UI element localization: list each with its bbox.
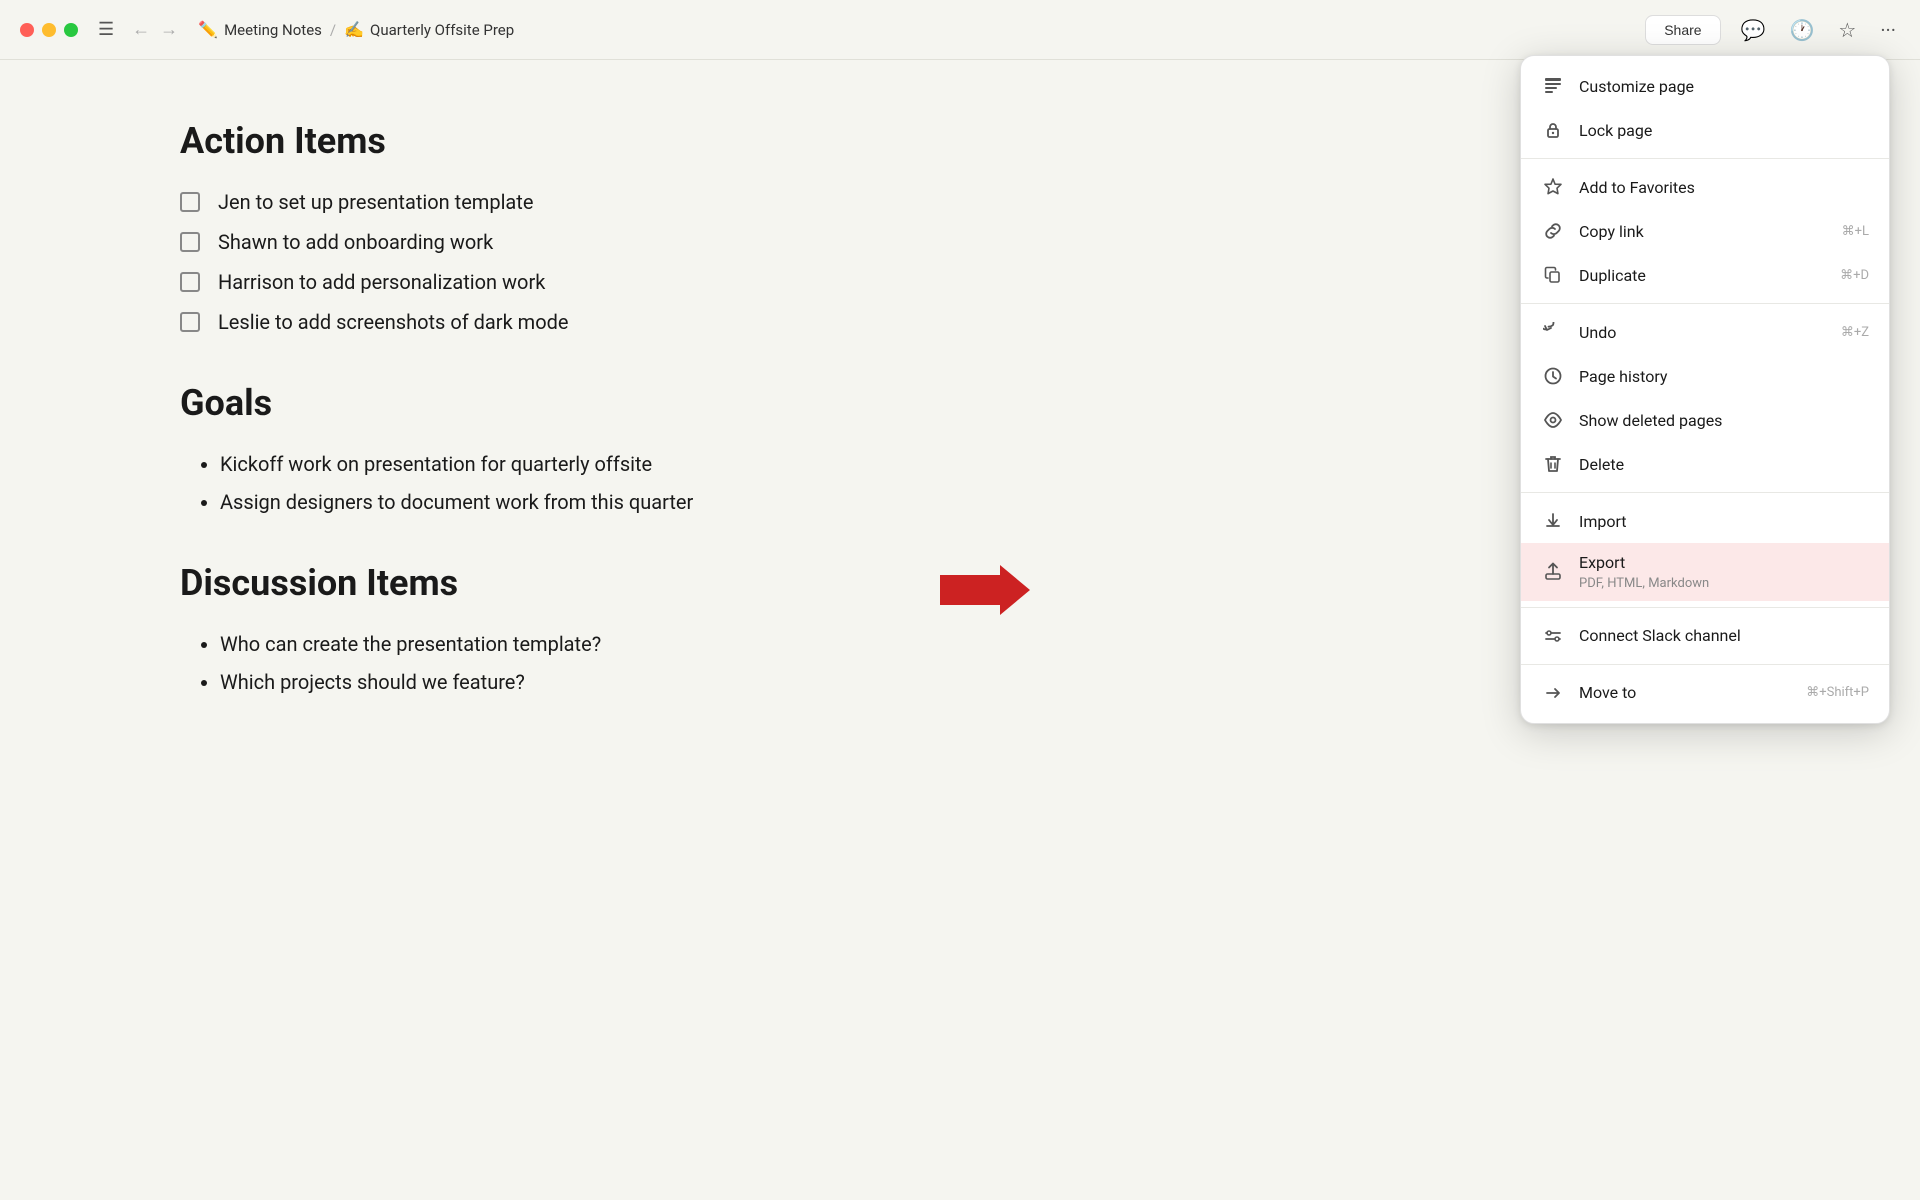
lock-page-label: Lock page bbox=[1579, 121, 1869, 140]
copy-link-label: Copy link bbox=[1579, 222, 1828, 241]
move-to-label: Move to bbox=[1579, 683, 1792, 702]
delete-icon bbox=[1541, 452, 1565, 476]
back-arrow[interactable]: ← bbox=[132, 19, 150, 40]
more-icon[interactable]: ··· bbox=[1876, 14, 1900, 46]
traffic-lights bbox=[20, 23, 78, 37]
breadcrumb-child[interactable]: ✍️ Quarterly Offsite Prep bbox=[344, 20, 514, 39]
menu-item-add-favorites[interactable]: Add to Favorites bbox=[1521, 165, 1889, 209]
checklist-item: Harrison to add personalization work bbox=[180, 270, 1740, 294]
action-items-heading: Action Items bbox=[180, 120, 1740, 162]
page-history-icon bbox=[1541, 364, 1565, 388]
discussion-item: Which projects should we feature? bbox=[220, 670, 1740, 694]
customize-page-icon bbox=[1541, 74, 1565, 98]
delete-label: Delete bbox=[1579, 455, 1869, 474]
page-history-label: Page history bbox=[1579, 367, 1869, 386]
menu-item-show-deleted[interactable]: Show deleted pages bbox=[1521, 398, 1889, 442]
discussion-item: Who can create the presentation template… bbox=[220, 632, 1740, 656]
add-favorites-icon bbox=[1541, 175, 1565, 199]
copy-link-icon bbox=[1541, 219, 1565, 243]
star-icon[interactable]: ☆ bbox=[1834, 14, 1860, 46]
checklist-label-3: Harrison to add personalization work bbox=[218, 270, 545, 294]
menu-item-connect-slack[interactable]: Connect Slack channel bbox=[1521, 614, 1889, 658]
checkbox-4[interactable] bbox=[180, 312, 200, 332]
connect-slack-label: Connect Slack channel bbox=[1579, 626, 1869, 645]
discussion-heading: Discussion Items bbox=[180, 562, 1740, 604]
checklist-label-4: Leslie to add screenshots of dark mode bbox=[218, 310, 569, 334]
export-label: Export bbox=[1579, 553, 1869, 574]
menu-item-copy-link[interactable]: Copy link ⌘+L bbox=[1521, 209, 1889, 253]
menu-divider-5 bbox=[1521, 664, 1889, 665]
export-sublabel: PDF, HTML, Markdown bbox=[1579, 576, 1869, 591]
checklist-item: Leslie to add screenshots of dark mode bbox=[180, 310, 1740, 334]
goal-item: Assign designers to document work from t… bbox=[220, 490, 1740, 514]
checklist-label-1: Jen to set up presentation template bbox=[218, 190, 533, 214]
import-icon bbox=[1541, 509, 1565, 533]
menu-item-duplicate[interactable]: Duplicate ⌘+D bbox=[1521, 253, 1889, 297]
comment-icon[interactable]: 💬 bbox=[1737, 14, 1770, 46]
goals-heading: Goals bbox=[180, 382, 1740, 424]
connect-slack-icon bbox=[1541, 624, 1565, 648]
undo-shortcut: ⌘+Z bbox=[1841, 325, 1869, 340]
titlebar: ☰ ← → ✏️ Meeting Notes / ✍️ Quarterly Of… bbox=[0, 0, 1920, 60]
history-icon[interactable]: 🕐 bbox=[1785, 14, 1818, 46]
checklist-label-2: Shawn to add onboarding work bbox=[218, 230, 493, 254]
duplicate-shortcut: ⌘+D bbox=[1840, 268, 1869, 283]
menu-item-delete[interactable]: Delete bbox=[1521, 442, 1889, 486]
menu-divider-2 bbox=[1521, 303, 1889, 304]
share-button[interactable]: Share bbox=[1645, 15, 1720, 45]
undo-label: Undo bbox=[1579, 323, 1827, 342]
menu-divider-4 bbox=[1521, 607, 1889, 608]
breadcrumb-parent-label: Meeting Notes bbox=[224, 21, 322, 39]
add-favorites-label: Add to Favorites bbox=[1579, 178, 1869, 197]
copy-link-shortcut: ⌘+L bbox=[1842, 224, 1869, 239]
menu-divider-3 bbox=[1521, 492, 1889, 493]
lock-page-icon bbox=[1541, 118, 1565, 142]
meeting-notes-icon: ✏️ bbox=[198, 20, 218, 39]
checklist-item: Jen to set up presentation template bbox=[180, 190, 1740, 214]
goals-list: Kickoff work on presentation for quarter… bbox=[180, 452, 1740, 514]
nav-arrows: ← → bbox=[132, 19, 178, 40]
show-deleted-label: Show deleted pages bbox=[1579, 411, 1869, 430]
menu-item-customize-page[interactable]: Customize page bbox=[1521, 64, 1889, 108]
export-text: Export PDF, HTML, Markdown bbox=[1579, 553, 1869, 591]
checkbox-2[interactable] bbox=[180, 232, 200, 252]
menu-item-page-history[interactable]: Page history bbox=[1521, 354, 1889, 398]
breadcrumb-parent[interactable]: ✏️ Meeting Notes bbox=[198, 20, 322, 39]
export-icon bbox=[1541, 560, 1565, 584]
menu-item-lock-page[interactable]: Lock page bbox=[1521, 108, 1889, 152]
show-deleted-icon bbox=[1541, 408, 1565, 432]
checklist-item: Shawn to add onboarding work bbox=[180, 230, 1740, 254]
duplicate-label: Duplicate bbox=[1579, 266, 1826, 285]
menu-item-import[interactable]: Import bbox=[1521, 499, 1889, 543]
import-label: Import bbox=[1579, 512, 1869, 531]
checkbox-1[interactable] bbox=[180, 192, 200, 212]
breadcrumb-child-label: Quarterly Offsite Prep bbox=[370, 21, 514, 39]
duplicate-icon bbox=[1541, 263, 1565, 287]
goal-item: Kickoff work on presentation for quarter… bbox=[220, 452, 1740, 476]
customize-page-label: Customize page bbox=[1579, 77, 1869, 96]
breadcrumb-separator: / bbox=[330, 21, 336, 39]
context-menu: Customize page Lock page Add to Favorite… bbox=[1520, 55, 1890, 724]
menu-divider-1 bbox=[1521, 158, 1889, 159]
maximize-button[interactable] bbox=[64, 23, 78, 37]
close-button[interactable] bbox=[20, 23, 34, 37]
menu-item-undo[interactable]: Undo ⌘+Z bbox=[1521, 310, 1889, 354]
forward-arrow[interactable]: → bbox=[160, 19, 178, 40]
menu-item-export[interactable]: Export PDF, HTML, Markdown bbox=[1521, 543, 1889, 601]
checkbox-3[interactable] bbox=[180, 272, 200, 292]
discussion-list: Who can create the presentation template… bbox=[180, 632, 1740, 694]
offsite-prep-icon: ✍️ bbox=[344, 20, 364, 39]
move-to-icon bbox=[1541, 681, 1565, 705]
breadcrumb: ✏️ Meeting Notes / ✍️ Quarterly Offsite … bbox=[198, 20, 1645, 39]
hamburger-icon[interactable]: ☰ bbox=[98, 19, 114, 40]
undo-icon bbox=[1541, 320, 1565, 344]
minimize-button[interactable] bbox=[42, 23, 56, 37]
move-to-shortcut: ⌘+Shift+P bbox=[1806, 685, 1869, 700]
titlebar-actions: Share 💬 🕐 ☆ ··· bbox=[1645, 14, 1900, 46]
menu-item-move-to[interactable]: Move to ⌘+Shift+P bbox=[1521, 671, 1889, 715]
